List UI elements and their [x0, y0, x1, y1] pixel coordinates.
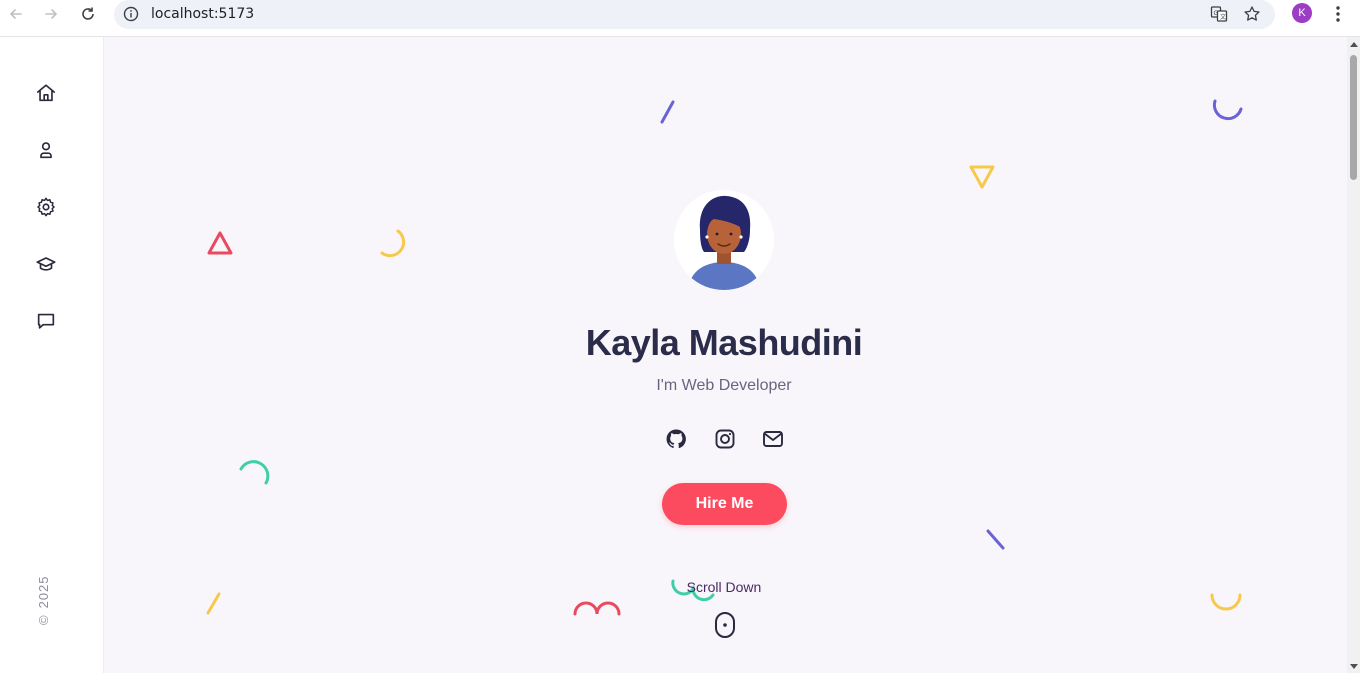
copyright: © 2025: [36, 575, 51, 625]
url-text: localhost:5173: [151, 6, 255, 22]
scroll-up-arrow-icon[interactable]: [1350, 42, 1358, 47]
home-icon: [36, 84, 56, 102]
bookmark-star-icon[interactable]: [1243, 5, 1261, 23]
svg-text:文: 文: [1220, 13, 1226, 21]
deco-arc-green: [239, 460, 270, 485]
sidebar-item-education[interactable]: [34, 252, 58, 276]
mail-icon[interactable]: [761, 427, 785, 451]
forward-icon[interactable]: [38, 3, 64, 25]
mouse-scroll-icon[interactable]: [714, 611, 736, 639]
sidebar-item-contact[interactable]: [34, 309, 58, 333]
browser-toolbar: localhost:5173 G文 K: [0, 0, 1360, 37]
profile-avatar-image: [674, 190, 774, 290]
graduation-cap-icon: [36, 257, 56, 271]
deco-arc-yellow: [380, 229, 406, 258]
copyright-year: 2025: [36, 575, 51, 609]
github-icon[interactable]: [664, 427, 688, 451]
svg-text:G: G: [1214, 10, 1219, 17]
profile-avatar[interactable]: K: [1292, 3, 1312, 23]
chat-icon: [37, 313, 55, 329]
reload-icon[interactable]: [75, 3, 101, 25]
back-icon[interactable]: [3, 3, 29, 25]
page: © 2025 Kayla Mashudini I'm Web Developer: [0, 37, 1347, 673]
gear-icon: [37, 197, 55, 217]
deco-arc-yellow-2: [1210, 593, 1242, 611]
copyright-symbol: ©: [36, 614, 51, 625]
hero-name: Kayla Mashudini: [585, 322, 863, 363]
deco-arc-blue: [1212, 99, 1243, 121]
sidebar-item-about[interactable]: [34, 138, 58, 162]
more-menu-icon[interactable]: [1329, 4, 1347, 24]
deco-wave-red: [573, 601, 621, 616]
deco-line-blue: [660, 100, 675, 124]
page-scrollbar[interactable]: [1347, 37, 1360, 673]
translate-icon[interactable]: G文: [1210, 5, 1228, 23]
sidebar-item-skills[interactable]: [34, 195, 58, 219]
scrollbar-thumb[interactable]: [1350, 55, 1357, 180]
deco-line-yellow: [206, 592, 221, 615]
hire-me-button[interactable]: Hire Me: [662, 483, 787, 525]
deco-triangle-yellow: [969, 165, 995, 189]
scroll-down-link[interactable]: Scroll Down: [624, 579, 824, 595]
address-bar[interactable]: localhost:5173: [114, 0, 1275, 29]
deco-line-blue-2: [986, 529, 1005, 550]
hero-role: I'm Web Developer: [656, 377, 792, 394]
scroll-down-arrow-icon[interactable]: [1350, 664, 1358, 669]
site-info-icon[interactable]: [123, 6, 139, 22]
user-icon: [40, 142, 52, 159]
sidebar-item-home[interactable]: [34, 81, 58, 105]
instagram-icon[interactable]: [713, 427, 737, 451]
sidebar: © 2025: [0, 37, 104, 673]
deco-triangle-red: [207, 231, 233, 255]
